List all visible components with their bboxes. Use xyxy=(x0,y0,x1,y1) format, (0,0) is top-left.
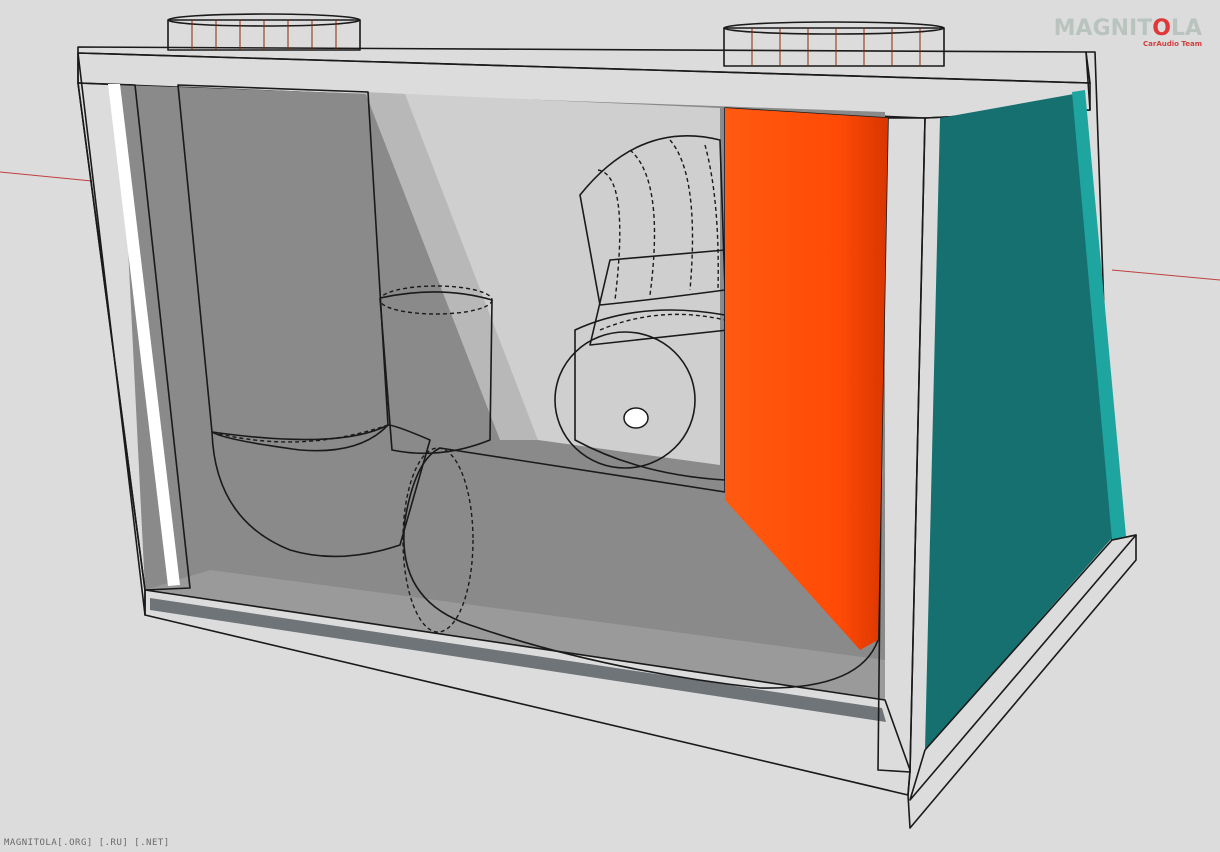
footer-text: MAGNITOLA[.ORG] [.RU] [.NET] xyxy=(4,838,170,848)
brand-wordmark: MAGNITOLA xyxy=(1053,16,1202,41)
brand-logo: MAGNITOLA CarAudio Team xyxy=(1054,18,1202,48)
top-panel-face xyxy=(77,46,1091,84)
enclosure-diagram xyxy=(0,13,1220,829)
axis-line-right xyxy=(1111,269,1220,281)
top-right-cap xyxy=(723,21,945,67)
top-left-cap xyxy=(167,13,361,51)
brand-subtitle: CarAudio Team xyxy=(1143,40,1202,48)
axis-line-left xyxy=(0,171,93,182)
